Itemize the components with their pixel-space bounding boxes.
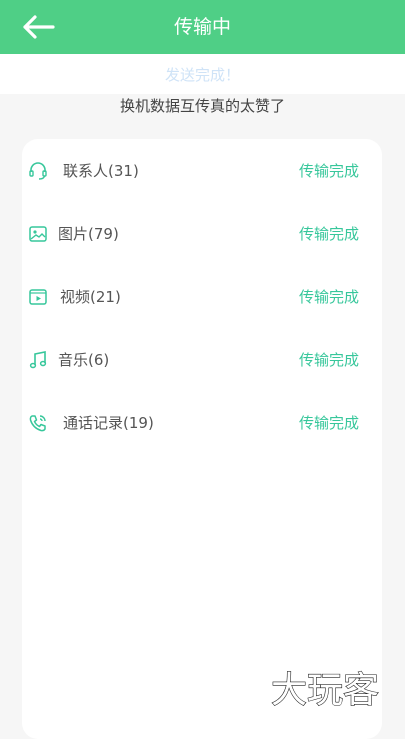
item-status: 传输完成 <box>298 162 359 180</box>
image-icon <box>29 226 47 242</box>
item-label: 联系人(31) <box>63 162 139 180</box>
transfer-list-card: 联系人(31) 传输完成 图片(79) 传输完成 视频(21) 传输完成 音乐(… <box>22 139 382 739</box>
list-item-videos[interactable]: 视频(21) 传输完成 <box>22 277 382 317</box>
headset-icon <box>29 162 47 180</box>
subtitle-text: 换机数据互传真的太赞了 <box>119 97 285 115</box>
svg-text:大玩客: 大玩客 <box>271 670 379 710</box>
list-item-call-log[interactable]: 通话记录(19) 传输完成 <box>22 403 382 443</box>
item-status: 传输完成 <box>298 288 359 306</box>
item-label: 音乐(6) <box>58 351 110 369</box>
item-label: 通话记录(19) <box>63 414 154 432</box>
list-item-contacts[interactable]: 联系人(31) 传输完成 <box>22 151 382 191</box>
item-status: 传输完成 <box>298 414 359 432</box>
page-title: 传输中 <box>173 16 231 38</box>
item-label: 视频(21) <box>60 288 121 306</box>
top-app-bar: 传输中 <box>0 0 405 54</box>
video-icon <box>29 289 47 305</box>
item-label: 图片(79) <box>58 225 119 243</box>
music-icon <box>29 351 47 369</box>
item-status: 传输完成 <box>298 225 359 243</box>
list-item-music[interactable]: 音乐(6) 传输完成 <box>22 340 382 380</box>
watermark-logo: 大玩客 <box>271 669 380 710</box>
item-status: 传输完成 <box>298 351 359 369</box>
transfer-status-text: 发送完成！ <box>164 66 240 84</box>
phone-call-icon <box>29 415 46 432</box>
list-item-images[interactable]: 图片(79) 传输完成 <box>22 214 382 254</box>
